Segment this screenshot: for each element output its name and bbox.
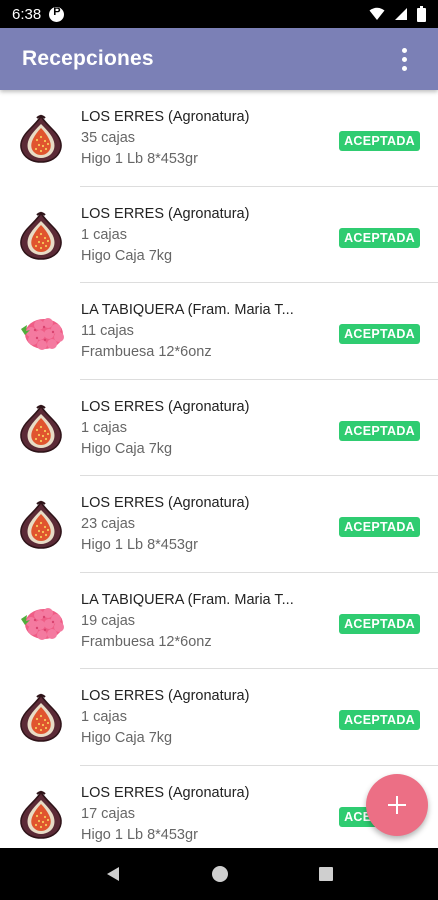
supplier-name: LA TABIQUERA (Fram. Maria T... bbox=[81, 591, 294, 608]
status-bar: 6:38 bbox=[0, 0, 438, 28]
supplier-name: LOS ERRES (Agronatura) bbox=[81, 398, 250, 415]
product-name: Frambuesa 12*6onz bbox=[81, 633, 212, 650]
status-badge: ACEPTADA bbox=[339, 420, 420, 441]
status-badge: ACEPTADA bbox=[339, 227, 420, 248]
fig-icon bbox=[15, 209, 67, 261]
battery-icon bbox=[417, 6, 426, 22]
reception-details: LOS ERRES (Agronatura) 1 cajas Higo Caja 7… bbox=[81, 206, 321, 264]
supplier-name: LA TABIQUERA (Fram. Maria T... bbox=[81, 302, 294, 319]
fig-icon bbox=[15, 788, 67, 840]
status-badge: ACEPTADA bbox=[339, 710, 420, 730]
raspberry-icon bbox=[15, 595, 67, 647]
reception-list-item[interactable]: LA TABIQUERA (Fram. Maria T... 11 cajas Fr… bbox=[0, 283, 438, 380]
supplier-name: LOS ERRES (Agronatura) bbox=[81, 688, 250, 705]
reception-list-item[interactable]: LA TABIQUERA (Fram. Maria T... 19 cajas Fr… bbox=[0, 573, 438, 669]
reception-list-item[interactable]: LOS ERRES (Agronatura) 1 cajas Higo Caja 7… bbox=[0, 187, 438, 283]
status-badge: ACEPTADA bbox=[339, 324, 420, 344]
reception-details: LOS ERRES (Agronatura) 35 cajas Higo 1 Lb … bbox=[81, 109, 321, 167]
box-quantity: 11 cajas bbox=[81, 323, 134, 340]
reception-details: LA TABIQUERA (Fram. Maria T... 19 cajas Fr… bbox=[81, 592, 321, 650]
product-name: Frambuesa 12*6onz bbox=[81, 344, 212, 361]
add-reception-button[interactable] bbox=[366, 774, 428, 836]
supplier-name: LOS ERRES (Agronatura) bbox=[81, 784, 250, 801]
supplier-name: LOS ERRES (Agronatura) bbox=[81, 109, 250, 126]
signal-icon bbox=[395, 8, 407, 20]
status-badge: ACEPTADA bbox=[339, 517, 420, 537]
wifi-icon bbox=[369, 7, 385, 20]
product-name: Higo 1 Lb 8*453gr bbox=[81, 826, 198, 843]
fig-icon bbox=[15, 691, 67, 743]
product-name: Higo Caja 7kg bbox=[81, 247, 173, 264]
reception-details: LOS ERRES (Agronatura) 23 cajas Higo 1 Lb … bbox=[81, 495, 321, 553]
receptions-list[interactable]: LOS ERRES (Agronatura) 35 cajas Higo 1 Lb … bbox=[0, 90, 438, 848]
recents-icon[interactable] bbox=[318, 866, 334, 882]
box-quantity: 19 cajas bbox=[81, 612, 136, 629]
status-icons bbox=[369, 6, 426, 22]
box-quantity: 17 cajas bbox=[81, 805, 136, 822]
more-vert-icon[interactable] bbox=[392, 47, 416, 71]
box-quantity: 35 cajas bbox=[81, 130, 136, 147]
add-icon bbox=[388, 796, 406, 814]
product-name: Higo 1 Lb 8*453gr bbox=[81, 537, 198, 554]
reception-list-item[interactable]: LOS ERRES (Agronatura) 23 cajas Higo 1 Lb … bbox=[0, 476, 438, 573]
box-quantity: 1 cajas bbox=[81, 226, 127, 243]
box-quantity: 1 cajas bbox=[81, 419, 127, 436]
app-notification-icon bbox=[49, 6, 65, 22]
box-quantity: 23 cajas bbox=[81, 516, 136, 533]
product-name: Higo Caja 7kg bbox=[81, 440, 173, 457]
reception-details: LOS ERRES (Agronatura) 1 cajas Higo Caja 7… bbox=[81, 688, 321, 746]
app-bar: Recepciones bbox=[0, 28, 438, 90]
back-icon[interactable] bbox=[104, 865, 122, 883]
raspberry-icon bbox=[15, 305, 67, 357]
reception-list-item[interactable]: LOS ERRES (Agronatura) 1 cajas Higo Caja 7… bbox=[0, 380, 438, 476]
reception-list-item[interactable]: LOS ERRES (Agronatura) 1 cajas Higo Caja 7… bbox=[0, 669, 438, 766]
reception-details: LOS ERRES (Agronatura) 1 cajas Higo Caja 7… bbox=[81, 399, 321, 457]
page-title: Recepciones bbox=[22, 47, 154, 70]
product-name: Higo 1 Lb 8*453gr bbox=[81, 151, 198, 168]
reception-list-item[interactable]: LOS ERRES (Agronatura) 35 cajas Higo 1 Lb … bbox=[0, 90, 438, 187]
supplier-name: LOS ERRES (Agronatura) bbox=[81, 205, 250, 222]
reception-details: LOS ERRES (Agronatura) 17 cajas Higo 1 Lb … bbox=[81, 785, 321, 843]
status-badge: ACEPTADA bbox=[339, 613, 420, 634]
navigation-bar bbox=[0, 848, 438, 900]
home-icon[interactable] bbox=[211, 865, 229, 883]
status-time: 6:38 bbox=[12, 5, 42, 23]
fig-icon bbox=[15, 402, 67, 454]
status-badge: ACEPTADA bbox=[339, 131, 420, 151]
box-quantity: 1 cajas bbox=[81, 709, 127, 726]
fig-icon bbox=[15, 498, 67, 550]
supplier-name: LOS ERRES (Agronatura) bbox=[81, 495, 250, 512]
fig-icon bbox=[15, 112, 67, 164]
reception-details: LA TABIQUERA (Fram. Maria T... 11 cajas Fr… bbox=[81, 302, 321, 360]
product-name: Higo Caja 7kg bbox=[81, 730, 173, 747]
